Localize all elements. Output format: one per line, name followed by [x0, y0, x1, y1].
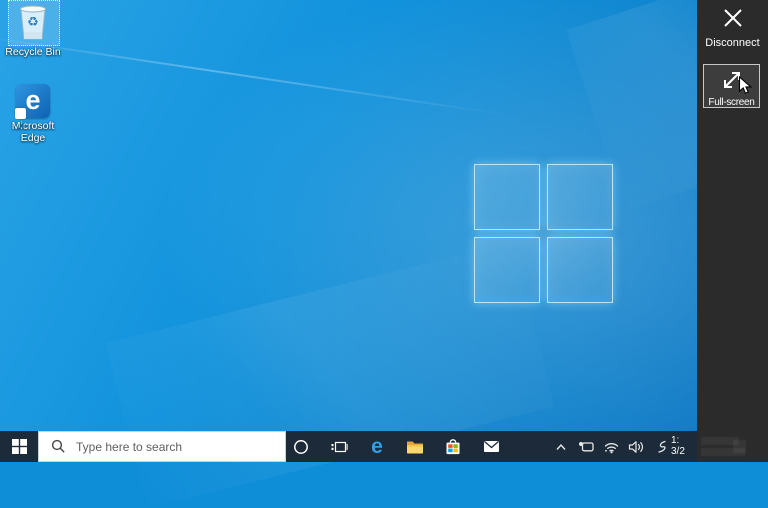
taskbar-file-explorer-button[interactable] — [396, 431, 434, 462]
desktop-icon-recycle-bin[interactable]: ♻ Recycle Bin — [0, 2, 66, 59]
wallpaper-light-ray — [0, 34, 508, 116]
ghost-tray-reflection — [733, 440, 746, 453]
windows-logo-pane — [547, 237, 613, 303]
taskbar-clock[interactable]: 1: 3/2 — [671, 435, 685, 457]
mouse-cursor — [738, 75, 753, 101]
hidden-icons-chevron[interactable] — [552, 438, 570, 456]
volume-icon[interactable] — [627, 438, 645, 456]
edge-shortcut-icon: e — [15, 84, 50, 131]
clock-date: 3/2 — [671, 446, 685, 457]
taskbar-store-button[interactable] — [434, 431, 472, 462]
close-icon — [723, 9, 742, 27]
windows-ink-icon[interactable] — [652, 438, 670, 456]
disconnect-label: Disconnect — [705, 37, 760, 49]
file-explorer-icon — [407, 441, 423, 454]
clock-time: 1: — [671, 435, 680, 446]
shortcut-arrow-icon — [15, 108, 26, 131]
wifi-icon[interactable] — [602, 438, 620, 456]
microsoft-store-icon — [446, 439, 460, 455]
system-tray — [552, 431, 670, 462]
desktop-icon-label: Microsoft Edge — [11, 120, 55, 144]
windows-logo-wallpaper — [474, 164, 613, 303]
taskbar-cortana-button[interactable] — [282, 431, 320, 462]
start-button[interactable] — [0, 431, 38, 462]
taskbar-search-box[interactable] — [38, 431, 286, 462]
taskbar-mail-button[interactable] — [472, 431, 510, 462]
pen-tablet-icon[interactable] — [577, 438, 595, 456]
desktop-wallpaper — [0, 0, 768, 508]
desktop-icon-label: Recycle Bin — [5, 46, 61, 58]
search-input[interactable] — [74, 438, 285, 455]
windows-logo-pane — [474, 164, 540, 230]
edge-e-glyph: e — [25, 85, 41, 115]
windows-logo-pane — [547, 164, 613, 230]
mail-icon — [483, 441, 499, 452]
windows-logo-pane — [474, 237, 540, 303]
taskbar-task-view-button[interactable] — [320, 431, 358, 462]
taskbar-edge-button[interactable]: e — [358, 431, 396, 462]
disconnect-button[interactable]: Disconnect — [697, 6, 768, 49]
edge-icon: e — [371, 434, 383, 458]
recycle-bin-icon: ♻ — [20, 5, 46, 40]
desktop-icon-microsoft-edge[interactable]: e Microsoft Edge — [0, 84, 66, 144]
windows-start-icon — [11, 439, 27, 454]
remote-session-toolbar: Disconnect Full-screen — [697, 0, 768, 462]
cortana-icon — [294, 439, 308, 454]
task-view-icon — [331, 441, 348, 452]
magnifier-icon — [51, 439, 65, 453]
svg-text:♻: ♻ — [27, 15, 39, 30]
